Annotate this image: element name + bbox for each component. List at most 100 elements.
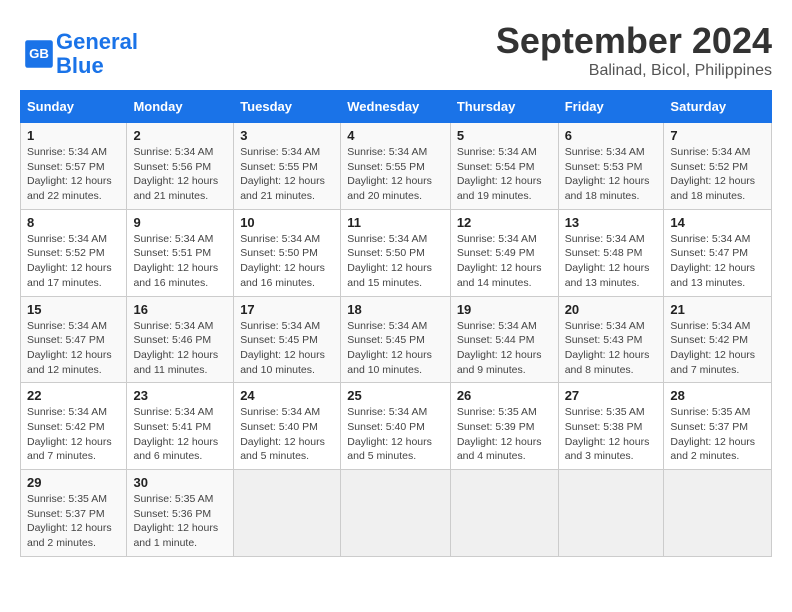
day-info: Sunrise: 5:34 AMSunset: 5:56 PMDaylight:… xyxy=(133,145,227,204)
page-header: GB GeneralBlue September 2024 Balinad, B… xyxy=(20,20,772,80)
day-info: Sunrise: 5:34 AMSunset: 5:54 PMDaylight:… xyxy=(457,145,552,204)
day-number: 23 xyxy=(133,388,227,403)
calendar-cell: 29 Sunrise: 5:35 AMSunset: 5:37 PMDayligh… xyxy=(21,470,127,557)
day-number: 11 xyxy=(347,215,444,230)
svg-text:GB: GB xyxy=(29,46,49,61)
day-number: 16 xyxy=(133,302,227,317)
day-info: Sunrise: 5:34 AMSunset: 5:48 PMDaylight:… xyxy=(565,232,658,291)
day-number: 25 xyxy=(347,388,444,403)
calendar-cell xyxy=(341,470,451,557)
day-info: Sunrise: 5:35 AMSunset: 5:37 PMDaylight:… xyxy=(670,405,765,464)
title-area: September 2024 Balinad, Bicol, Philippin… xyxy=(496,20,772,80)
day-info: Sunrise: 5:35 AMSunset: 5:37 PMDaylight:… xyxy=(27,492,120,551)
col-header-tuesday: Tuesday xyxy=(234,91,341,123)
day-info: Sunrise: 5:34 AMSunset: 5:57 PMDaylight:… xyxy=(27,145,120,204)
calendar-cell: 28 Sunrise: 5:35 AMSunset: 5:37 PMDayligh… xyxy=(664,383,772,470)
day-info: Sunrise: 5:34 AMSunset: 5:55 PMDaylight:… xyxy=(347,145,444,204)
day-number: 28 xyxy=(670,388,765,403)
calendar-cell: 2Sunrise: 5:34 AMSunset: 5:56 PMDaylight… xyxy=(127,123,234,210)
col-header-monday: Monday xyxy=(127,91,234,123)
calendar-cell: 26Sunrise: 5:35 AMSunset: 5:39 PMDayligh… xyxy=(450,383,558,470)
day-info: Sunrise: 5:35 AMSunset: 5:39 PMDaylight:… xyxy=(457,405,552,464)
calendar-cell xyxy=(234,470,341,557)
day-number: 17 xyxy=(240,302,334,317)
calendar-cell: 4 Sunrise: 5:34 AMSunset: 5:55 PMDaylight… xyxy=(341,123,451,210)
day-info: Sunrise: 5:34 AMSunset: 5:43 PMDaylight:… xyxy=(565,319,658,378)
day-number: 12 xyxy=(457,215,552,230)
calendar-cell: 12Sunrise: 5:34 AMSunset: 5:49 PMDayligh… xyxy=(450,209,558,296)
day-number: 19 xyxy=(457,302,552,317)
day-number: 5 xyxy=(457,128,552,143)
location-title: Balinad, Bicol, Philippines xyxy=(496,62,772,80)
day-info: Sunrise: 5:34 AMSunset: 5:44 PMDaylight:… xyxy=(457,319,552,378)
day-number: 3 xyxy=(240,128,334,143)
calendar-cell: 19 Sunrise: 5:34 AMSunset: 5:44 PMDayligh… xyxy=(450,296,558,383)
calendar-cell: 22Sunrise: 5:34 AMSunset: 5:42 PMDayligh… xyxy=(21,383,127,470)
day-info: Sunrise: 5:35 AMSunset: 5:38 PMDaylight:… xyxy=(565,405,658,464)
calendar-cell: 11 Sunrise: 5:34 AMSunset: 5:50 PMDayligh… xyxy=(341,209,451,296)
calendar-cell: 30 Sunrise: 5:35 AMSunset: 5:36 PMDayligh… xyxy=(127,470,234,557)
calendar-cell: 3 Sunrise: 5:34 AMSunset: 5:55 PMDaylight… xyxy=(234,123,341,210)
calendar-cell: 27Sunrise: 5:35 AMSunset: 5:38 PMDayligh… xyxy=(558,383,664,470)
calendar-cell: 10 Sunrise: 5:34 AMSunset: 5:50 PMDayligh… xyxy=(234,209,341,296)
day-info: Sunrise: 5:34 AMSunset: 5:50 PMDaylight:… xyxy=(240,232,334,291)
day-info: Sunrise: 5:34 AMSunset: 5:41 PMDaylight:… xyxy=(133,405,227,464)
calendar-cell: 7 Sunrise: 5:34 AMSunset: 5:52 PMDaylight… xyxy=(664,123,772,210)
calendar-cell: 1 Sunrise: 5:34 AMSunset: 5:57 PMDaylight… xyxy=(21,123,127,210)
day-info: Sunrise: 5:34 AMSunset: 5:42 PMDaylight:… xyxy=(27,405,120,464)
day-number: 30 xyxy=(133,475,227,490)
calendar-cell: 24Sunrise: 5:34 AMSunset: 5:40 PMDayligh… xyxy=(234,383,341,470)
calendar-cell: 8Sunrise: 5:34 AMSunset: 5:52 PMDaylight… xyxy=(21,209,127,296)
calendar-cell: 21 Sunrise: 5:34 AMSunset: 5:42 PMDayligh… xyxy=(664,296,772,383)
day-number: 15 xyxy=(27,302,120,317)
day-info: Sunrise: 5:34 AMSunset: 5:46 PMDaylight:… xyxy=(133,319,227,378)
day-number: 20 xyxy=(565,302,658,317)
week-row-3: 15 Sunrise: 5:34 AMSunset: 5:47 PMDayligh… xyxy=(21,296,772,383)
calendar-cell xyxy=(450,470,558,557)
col-header-saturday: Saturday xyxy=(664,91,772,123)
calendar-cell xyxy=(664,470,772,557)
col-header-sunday: Sunday xyxy=(21,91,127,123)
day-info: Sunrise: 5:34 AMSunset: 5:51 PMDaylight:… xyxy=(133,232,227,291)
calendar-cell: 16 Sunrise: 5:34 AMSunset: 5:46 PMDayligh… xyxy=(127,296,234,383)
week-row-1: 1 Sunrise: 5:34 AMSunset: 5:57 PMDaylight… xyxy=(21,123,772,210)
calendar-cell: 9Sunrise: 5:34 AMSunset: 5:51 PMDaylight… xyxy=(127,209,234,296)
logo-icon: GB xyxy=(24,39,54,69)
day-number: 6 xyxy=(565,128,658,143)
calendar-cell: 25Sunrise: 5:34 AMSunset: 5:40 PMDayligh… xyxy=(341,383,451,470)
col-header-thursday: Thursday xyxy=(450,91,558,123)
day-info: Sunrise: 5:34 AMSunset: 5:52 PMDaylight:… xyxy=(670,145,765,204)
day-number: 29 xyxy=(27,475,120,490)
logo: GB GeneralBlue xyxy=(20,30,138,78)
calendar-cell: 23 Sunrise: 5:34 AMSunset: 5:41 PMDayligh… xyxy=(127,383,234,470)
calendar-cell: 17Sunrise: 5:34 AMSunset: 5:45 PMDayligh… xyxy=(234,296,341,383)
month-title: September 2024 xyxy=(496,20,772,62)
day-number: 13 xyxy=(565,215,658,230)
calendar-cell: 18Sunrise: 5:34 AMSunset: 5:45 PMDayligh… xyxy=(341,296,451,383)
day-info: Sunrise: 5:34 AMSunset: 5:42 PMDaylight:… xyxy=(670,319,765,378)
day-info: Sunrise: 5:34 AMSunset: 5:45 PMDaylight:… xyxy=(347,319,444,378)
calendar-cell: 14 Sunrise: 5:34 AMSunset: 5:47 PMDayligh… xyxy=(664,209,772,296)
day-info: Sunrise: 5:34 AMSunset: 5:53 PMDaylight:… xyxy=(565,145,658,204)
day-info: Sunrise: 5:34 AMSunset: 5:55 PMDaylight:… xyxy=(240,145,334,204)
day-info: Sunrise: 5:34 AMSunset: 5:50 PMDaylight:… xyxy=(347,232,444,291)
day-number: 21 xyxy=(670,302,765,317)
day-number: 7 xyxy=(670,128,765,143)
calendar-cell: 20 Sunrise: 5:34 AMSunset: 5:43 PMDayligh… xyxy=(558,296,664,383)
calendar-cell xyxy=(558,470,664,557)
day-info: Sunrise: 5:35 AMSunset: 5:36 PMDaylight:… xyxy=(133,492,227,551)
week-row-2: 8Sunrise: 5:34 AMSunset: 5:52 PMDaylight… xyxy=(21,209,772,296)
calendar-cell: 6 Sunrise: 5:34 AMSunset: 5:53 PMDaylight… xyxy=(558,123,664,210)
day-number: 10 xyxy=(240,215,334,230)
day-number: 4 xyxy=(347,128,444,143)
calendar-table: SundayMondayTuesdayWednesdayThursdayFrid… xyxy=(20,90,772,557)
col-header-wednesday: Wednesday xyxy=(341,91,451,123)
day-number: 8 xyxy=(27,215,120,230)
calendar-cell: 5 Sunrise: 5:34 AMSunset: 5:54 PMDaylight… xyxy=(450,123,558,210)
day-info: Sunrise: 5:34 AMSunset: 5:40 PMDaylight:… xyxy=(240,405,334,464)
col-header-friday: Friday xyxy=(558,91,664,123)
day-number: 1 xyxy=(27,128,120,143)
day-info: Sunrise: 5:34 AMSunset: 5:47 PMDaylight:… xyxy=(27,319,120,378)
day-number: 14 xyxy=(670,215,765,230)
day-info: Sunrise: 5:34 AMSunset: 5:47 PMDaylight:… xyxy=(670,232,765,291)
